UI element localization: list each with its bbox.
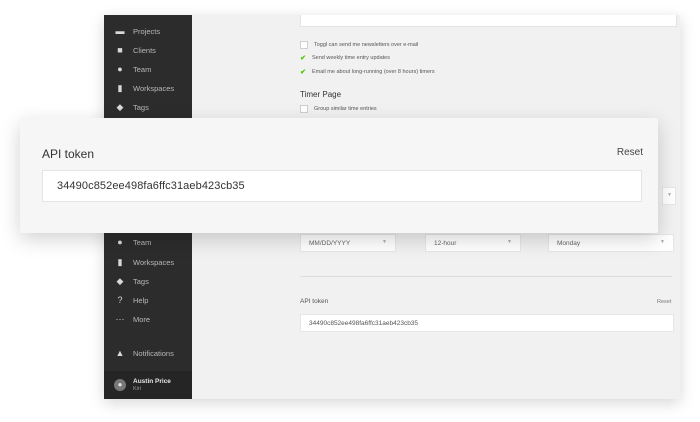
chevron-down-icon: ▼: [382, 239, 387, 245]
weekly-updates-checkbox-row[interactable]: ✔ Send weekly time entry updates: [300, 55, 390, 62]
sidebar-item-more[interactable]: ··· More: [104, 310, 192, 328]
checkbox-label: Send weekly time entry updates: [312, 55, 390, 61]
sidebar-item-label: Clients: [133, 45, 156, 55]
divider: [300, 276, 672, 277]
sidebar-item-label: Team: [133, 237, 152, 247]
reset-button[interactable]: Reset: [617, 147, 643, 158]
clients-icon: ■: [117, 45, 123, 55]
sidebar-item-label: Workspaces: [133, 83, 175, 93]
panel-title: API token: [42, 147, 95, 161]
folder-icon: ▬: [115, 26, 125, 36]
checkbox[interactable]: [300, 105, 308, 113]
sidebar-item-label: Notifications: [133, 348, 174, 358]
sidebar-item-label: Team: [133, 64, 152, 74]
briefcase-icon: ▮: [117, 257, 123, 267]
sidebar-item-team[interactable]: ● Team: [104, 60, 192, 78]
user-name: Austin Price: [133, 378, 171, 385]
long-running-checkbox-row[interactable]: ✔ Email me about long-running (over 8 ho…: [300, 69, 435, 76]
sidebar-item-team[interactable]: ● Team: [104, 233, 192, 251]
chevron-down-icon: ▼: [667, 192, 672, 198]
check-icon[interactable]: ✔: [300, 55, 306, 62]
sidebar-item-label: Tags: [133, 102, 149, 112]
api-token-field[interactable]: 34490c852ee498fa6ffc31aeb423cb35: [300, 314, 674, 332]
user-workspace: Kiri: [133, 386, 141, 392]
api-token-value: 34490c852ee498fa6ffc31aeb423cb35: [57, 180, 245, 192]
sidebar-item-help[interactable]: ? Help: [104, 291, 192, 309]
api-token-value: 34490c852ee498fa6ffc31aeb423cb35: [309, 319, 419, 327]
select-value: Monday: [557, 239, 581, 247]
sidebar-item-tags[interactable]: ◆ Tags: [104, 272, 192, 290]
sidebar-item-workspaces[interactable]: ▮ Workspaces: [104, 253, 192, 271]
date-format-select[interactable]: MM/DD/YYYY ▼: [300, 234, 396, 252]
checkbox-label: Email me about long-running (over 8 hour…: [312, 69, 435, 75]
sidebar-item-label: More: [133, 314, 151, 324]
sidebar-item-notifications[interactable]: ▲ Notifications: [104, 344, 192, 362]
sidebar-item-projects[interactable]: ▬ Projects: [104, 22, 192, 40]
time-format-select[interactable]: 12-hour ▼: [425, 234, 521, 252]
chevron-down-icon: ▼: [507, 239, 512, 245]
tag-icon: ◆: [116, 102, 124, 112]
user-info: Austin Price Kiri: [133, 378, 171, 392]
select-value: MM/DD/YYYY: [309, 239, 351, 247]
check-icon[interactable]: ✔: [300, 69, 306, 76]
sidebar-item-clients[interactable]: ■ Clients: [104, 41, 192, 59]
select-value: 12-hour: [434, 239, 457, 247]
briefcase-icon: ▮: [117, 83, 123, 93]
team-icon: ●: [117, 64, 123, 74]
sidebar-item-tags[interactable]: ◆ Tags: [104, 98, 192, 116]
group-entries-checkbox-row[interactable]: Group similar time entries: [300, 105, 377, 113]
chevron-down-icon: ▼: [660, 239, 665, 245]
more-icon: ···: [115, 314, 125, 324]
help-icon: ?: [117, 295, 123, 305]
checkbox-label: Group similar time entries: [314, 106, 377, 112]
sidebar-item-label: Help: [133, 295, 149, 305]
bell-icon: ▲: [115, 348, 125, 358]
hidden-select[interactable]: ▼: [662, 187, 676, 205]
timer-page-heading: Timer Page: [300, 90, 342, 99]
tag-icon: ◆: [116, 276, 124, 286]
sidebar-item-label: Workspaces: [133, 257, 175, 267]
avatar: ●: [114, 379, 126, 391]
api-token-panel: API token Reset 34490c852ee498fa6ffc31ae…: [20, 118, 658, 233]
checkbox-label: Toggl can send me newsletters over e-mai…: [314, 42, 419, 48]
newsletter-checkbox-row[interactable]: Toggl can send me newsletters over e-mai…: [300, 41, 418, 49]
api-reset-link[interactable]: Reset: [657, 299, 671, 305]
sidebar-item-label: Projects: [133, 26, 161, 36]
sidebar-item-workspaces[interactable]: ▮ Workspaces: [104, 79, 192, 97]
text-field[interactable]: [300, 15, 677, 27]
team-icon: ●: [117, 237, 123, 247]
api-token-input[interactable]: 34490c852ee498fa6ffc31aeb423cb35: [42, 170, 642, 202]
checkbox[interactable]: [300, 41, 308, 49]
api-token-label: API token: [300, 298, 329, 305]
sidebar-item-label: Tags: [133, 276, 149, 286]
first-day-select[interactable]: Monday ▼: [548, 234, 674, 252]
user-menu[interactable]: ● Austin Price Kiri: [104, 371, 192, 399]
